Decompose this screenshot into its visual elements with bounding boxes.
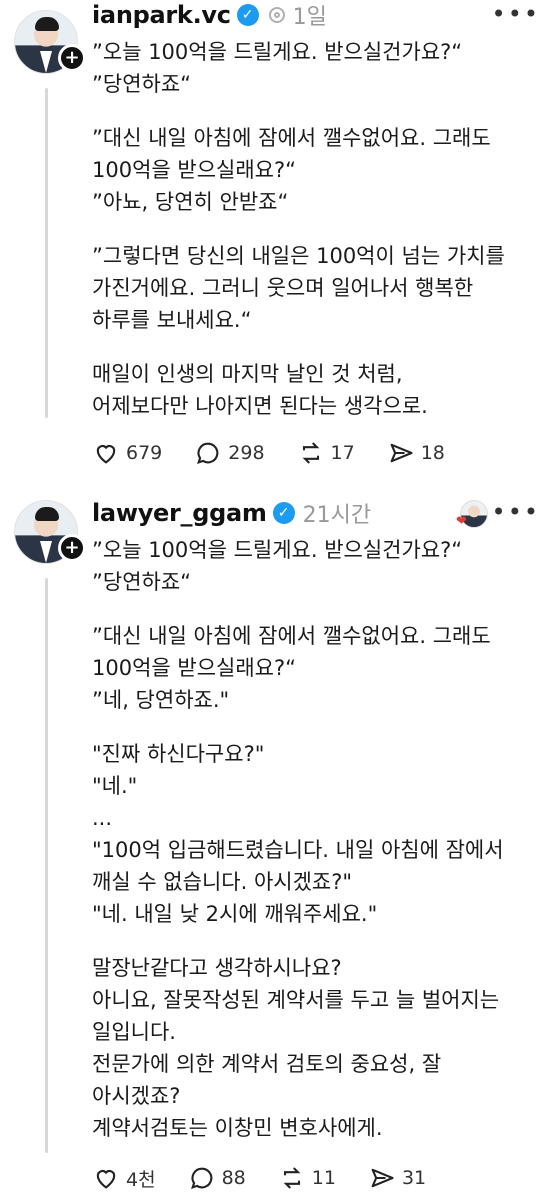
post-body: ”오늘 100억을 드릴게요. 받으실건가요?“ ”당연하죠“ ”대신 내일 아… (92, 534, 537, 1144)
post-paragraph: ”그렇다면 당신의 내일은 100억이 넘는 가치를 가진거에요. 그러니 웃으… (92, 244, 505, 332)
like-button[interactable]: 679 (92, 439, 162, 467)
post-paragraph: "진짜 하신다구요?" "네." ... "100억 입금해드렸습니다. 내일 … (92, 742, 504, 926)
share-button[interactable]: 31 (368, 1164, 426, 1192)
repost-count: 11 (311, 1167, 336, 1189)
follow-plus-icon[interactable]: + (58, 44, 86, 72)
post-header: ianpark.vc ✓ 1일 (92, 0, 327, 30)
username[interactable]: ianpark.vc (92, 1, 231, 29)
post-paragraph: ”대신 내일 아침에 잠에서 깰수없어요. 그래도 100억을 받으실래요?“ … (92, 624, 491, 712)
share-button[interactable]: 18 (387, 439, 445, 467)
repost-icon (302, 442, 319, 464)
like-count: 4천 (126, 1168, 156, 1191)
post-header: lawyer_ggam ✓ 21시간 (92, 498, 371, 528)
avatar-collar (40, 541, 52, 563)
avatar-hair (35, 507, 59, 521)
like-button[interactable]: 4천 (92, 1164, 156, 1192)
comment-count: 298 (228, 442, 265, 464)
heart-icon (96, 1170, 116, 1189)
repost-count: 17 (330, 442, 355, 464)
share-count: 31 (401, 1167, 427, 1189)
timestamp: 1일 (292, 5, 327, 30)
action-bar: 4천 88 11 31 (92, 1163, 458, 1193)
comment-button[interactable]: 88 (188, 1164, 246, 1192)
post-paragraph: ”오늘 100억을 드릴게요. 받으실건가요?“ ”당연하죠“ (92, 538, 463, 594)
heart-icon (96, 445, 116, 464)
action-bar: 679 298 17 18 (92, 438, 477, 468)
more-icon[interactable]: ••• (492, 498, 540, 526)
threads-time-icon (268, 7, 285, 23)
post-paragraph: ”오늘 100억을 드릴게요. 받으실건가요?“ ”당연하죠“ (92, 40, 463, 96)
comment-button[interactable]: 298 (194, 439, 265, 467)
post-paragraph: ”대신 내일 아침에 잠에서 깰수없어요. 그래도 100억을 받으실래요?“ … (92, 126, 491, 214)
comment-count: 88 (221, 1167, 246, 1189)
comment-icon (190, 1167, 212, 1189)
thread-line (45, 88, 48, 418)
post-body: ”오늘 100억을 드릴게요. 받으실건가요?“ ”당연하죠“ ”대신 내일 아… (92, 36, 537, 422)
heart-badge-icon: ❤ (456, 514, 467, 529)
repost-icon (283, 1167, 301, 1189)
verified-badge-icon: ✓ (236, 4, 259, 26)
thread-line (45, 578, 48, 1153)
comment-icon (197, 442, 219, 464)
share-icon (390, 443, 413, 463)
share-icon (371, 1168, 394, 1188)
post-paragraph: 매일이 인생의 마지막 날인 것 처럼, 어제보다만 나아지면 된다는 생각으로… (92, 362, 428, 418)
repost-button[interactable]: 17 (297, 439, 355, 467)
avatar-hair (35, 17, 59, 31)
username[interactable]: lawyer_ggam (92, 499, 267, 527)
post-paragraph: 말장난같다고 생각하시나요? 아니요, 잘못작성된 계약서를 두고 늘 벌어지는… (92, 956, 500, 1140)
verified-badge-icon: ✓ (272, 502, 295, 524)
follow-plus-icon[interactable]: + (58, 534, 86, 562)
repost-button[interactable]: 11 (278, 1164, 336, 1192)
avatar-collar (40, 51, 52, 73)
more-icon[interactable]: ••• (492, 0, 540, 28)
timestamp: 21시간 (302, 503, 372, 528)
like-count: 679 (126, 442, 163, 464)
share-count: 18 (420, 442, 445, 464)
